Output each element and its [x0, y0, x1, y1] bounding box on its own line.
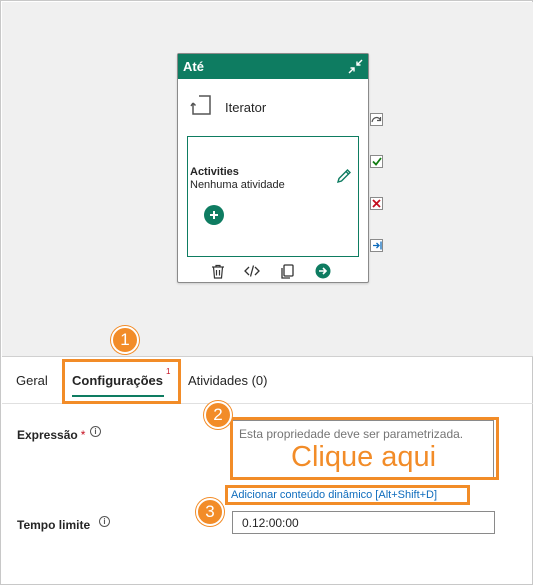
window-frame: Até Iterator Activities Nenhuma atividad…: [0, 0, 533, 585]
pipeline-canvas[interactable]: Até Iterator Activities Nenhuma atividad…: [2, 2, 533, 356]
arrow-into-icon[interactable]: [370, 239, 383, 252]
required-mark: *: [80, 428, 86, 442]
copy-icon[interactable]: [279, 263, 295, 279]
card-title: Até: [183, 59, 204, 74]
step-marker-1: 1: [111, 326, 139, 354]
step-marker-2: 2: [204, 401, 232, 429]
code-icon[interactable]: [244, 263, 260, 279]
tab-atividades[interactable]: Atividades (0): [188, 373, 267, 388]
highlight-dynamic-link: [225, 485, 470, 505]
activities-title: Activities: [190, 166, 239, 178]
tab-geral[interactable]: Geral: [16, 373, 48, 388]
step-marker-3: 3: [196, 498, 224, 526]
x-icon[interactable]: [370, 197, 383, 210]
click-here-annotation: Clique aqui: [291, 441, 437, 473]
plus-icon[interactable]: [204, 205, 224, 225]
timeout-input[interactable]: [232, 511, 495, 534]
arrow-right-icon[interactable]: [315, 263, 331, 279]
activities-container[interactable]: Activities Nenhuma atividade: [187, 136, 359, 257]
until-activity-card[interactable]: Até Iterator Activities Nenhuma atividad…: [177, 53, 369, 283]
collapse-icon[interactable]: [346, 57, 365, 76]
panel-divider: [2, 356, 533, 357]
iterator-label: Iterator: [225, 100, 267, 115]
check-icon[interactable]: [370, 155, 383, 168]
info-icon[interactable]: i: [90, 426, 101, 437]
card-toolbar: [178, 261, 368, 281]
card-header: Até: [178, 54, 368, 79]
timeout-label: Tempo limite: [17, 518, 91, 532]
activities-subtitle: Nenhuma atividade: [190, 179, 285, 191]
expression-label: Expressão *: [17, 428, 85, 442]
highlight-configuracoes-tab: [62, 359, 181, 404]
iterator-row: Iterator: [190, 94, 266, 121]
pencil-icon[interactable]: [336, 168, 352, 184]
expression-label-text: Expressão: [17, 428, 78, 442]
skip-arrow-icon[interactable]: [370, 113, 383, 126]
trash-icon[interactable]: [210, 263, 226, 279]
info-icon[interactable]: i: [99, 516, 110, 527]
iterator-icon: [190, 94, 212, 121]
